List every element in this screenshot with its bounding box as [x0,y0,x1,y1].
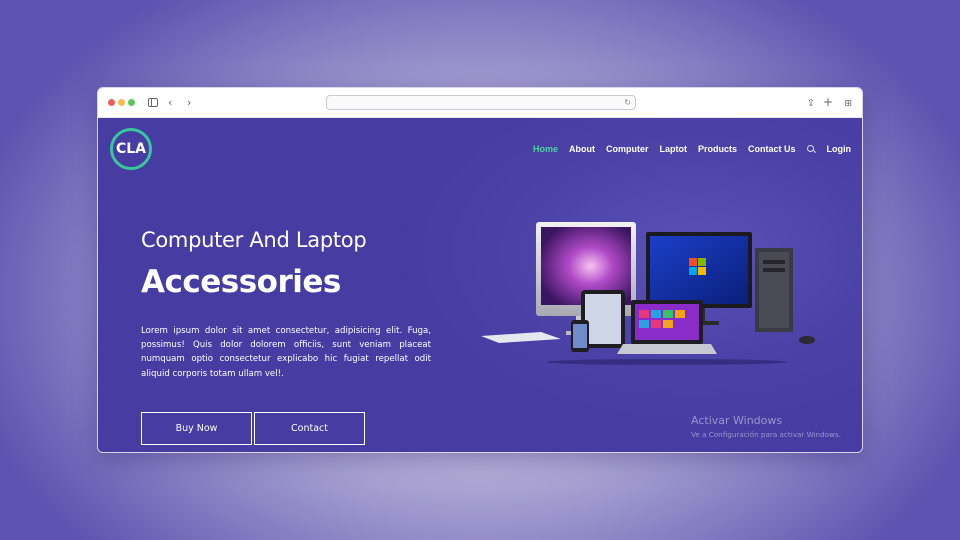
address-bar[interactable]: ↻ [326,95,636,110]
nav-laptot[interactable]: Laptot [659,144,687,154]
nav-products[interactable]: Products [698,144,737,154]
minimize-window-button[interactable] [118,99,125,106]
forward-arrow-icon[interactable]: › [187,95,191,111]
hero-subtitle: Computer And Laptop [141,228,367,252]
nav-home[interactable]: Home [533,144,558,154]
hero-title: Accessories [141,264,341,300]
reload-icon[interactable]: ↻ [624,96,631,109]
tab-overview-icon[interactable]: ⊞ [844,96,852,112]
devices-hero-image [481,222,815,365]
nav-contact-us[interactable]: Contact Us [748,144,796,154]
browser-toolbar: ‹ › ↻ ⇪ + ⊞ [98,88,862,118]
browser-window: ‹ › ↻ ⇪ + ⊞ CLA Home About Computer Lapt… [97,87,863,453]
sidebar-icon[interactable] [148,98,158,107]
back-arrow-icon[interactable]: ‹ [168,95,172,111]
maximize-window-button[interactable] [128,99,135,106]
watermark-title: Activar Windows [691,414,783,427]
nav-computer[interactable]: Computer [606,144,649,154]
hero-description: Lorem ipsum dolor sit amet consectetur, … [141,326,431,379]
logo[interactable]: CLA [110,128,152,170]
windows-activation-watermark: Activar Windows Ve a Configuración para … [691,414,841,439]
share-icon[interactable]: ⇪ [807,96,815,112]
buy-now-button[interactable]: Buy Now [141,412,252,445]
website-page: CLA Home About Computer Laptot Products … [98,118,862,452]
main-nav: Home About Computer Laptot Products Cont… [522,144,851,154]
new-tab-icon[interactable]: + [823,94,833,110]
contact-button[interactable]: Contact [254,412,365,445]
search-icon[interactable] [806,144,816,154]
nav-about[interactable]: About [569,144,595,154]
close-window-button[interactable] [108,99,115,106]
nav-login[interactable]: Login [827,144,852,154]
watermark-subtitle: Ve a Configuración para activar Windows. [691,430,841,439]
